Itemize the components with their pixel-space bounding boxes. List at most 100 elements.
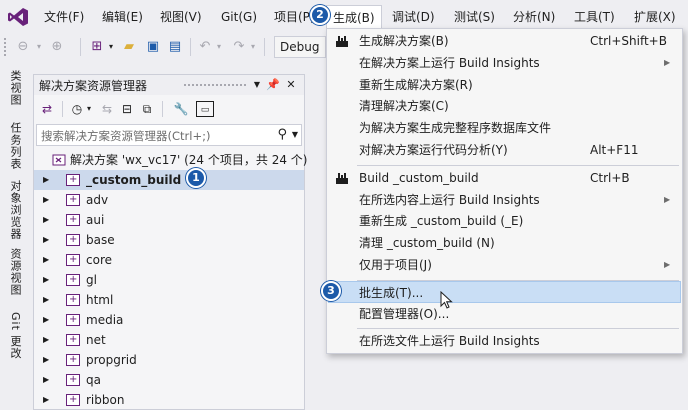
expand-arrow-icon[interactable]: ▶ [43, 270, 49, 290]
solution-configuration-dropdown[interactable]: Debug [274, 36, 326, 58]
project-node[interactable]: ▶ propgrid [34, 350, 304, 370]
project-node[interactable]: ▶ gl [34, 270, 304, 290]
search-options-dropdown-icon[interactable]: ▼ [292, 130, 298, 139]
back-dropdown-icon[interactable]: ▾ [34, 38, 44, 56]
project-node[interactable]: ▶ _custom_build [34, 170, 304, 190]
project-label: net [86, 333, 106, 347]
menu-generate-pdb[interactable]: 为解决方案生成完整程序数据库文件 [328, 117, 681, 139]
solution-search-input[interactable]: 搜索解决方案资源管理器(Ctrl+;) ⚲ ▼ [36, 124, 302, 146]
open-folder-icon[interactable]: ▰ [120, 38, 138, 56]
redo-dropdown-icon[interactable]: ▾ [248, 38, 258, 56]
expand-arrow-icon[interactable]: ▶ [43, 370, 49, 390]
project-node[interactable]: ▶ qa [34, 370, 304, 390]
menu-batch-build[interactable]: 批生成(T)... [328, 281, 681, 303]
menu-clean-solution[interactable]: 清理解决方案(C) [328, 95, 681, 117]
project-node[interactable]: ▶ net [34, 330, 304, 350]
tab-task-list[interactable]: 任务列表 [7, 122, 23, 170]
menu-rebuild-project[interactable]: 重新生成 _custom_build (_E) [328, 210, 681, 232]
cpp-project-icon [66, 290, 80, 310]
menu-configuration-manager[interactable]: 配置管理器(O)... [328, 303, 681, 325]
menu-extensions[interactable]: 扩展(X) [634, 8, 676, 26]
search-icon[interactable]: ⚲ [277, 127, 287, 142]
project-node[interactable]: ▶ core [34, 250, 304, 270]
menu-clean-project[interactable]: 清理 _custom_build (N) [328, 232, 681, 254]
menu-item-label: 在解决方案上运行 Build Insights [359, 56, 540, 70]
menu-run-code-analysis[interactable]: 对解决方案运行代码分析(Y) Alt+F11 [328, 139, 681, 161]
mouse-pointer-icon [440, 291, 453, 309]
properties-wrench-icon[interactable]: 🔧 [172, 101, 190, 117]
toolbar-grip[interactable] [4, 38, 8, 56]
close-icon[interactable]: ✕ [284, 77, 298, 93]
project-label: html [86, 293, 114, 307]
project-label: qa [86, 373, 101, 387]
expand-arrow-icon[interactable]: ▶ [43, 190, 49, 210]
menu-build[interactable]: 生成(B) [326, 5, 382, 29]
menu-file[interactable]: 文件(F) [44, 8, 84, 26]
filter-dropdown-icon[interactable]: ▾ [84, 101, 94, 117]
solution-node[interactable]: 解决方案 'wx_vc17' (24 个项目，共 24 个) [34, 150, 307, 170]
menu-build-insights-selection[interactable]: 在所选内容上运行 Build Insights ▶ [328, 189, 681, 211]
expand-arrow-icon[interactable]: ▶ [43, 350, 49, 370]
save-all-icon[interactable]: ▤ [166, 38, 184, 56]
menu-build-insights-solution[interactable]: 在解决方案上运行 Build Insights ▶ [328, 52, 681, 74]
expand-arrow-icon[interactable]: ▶ [43, 230, 49, 250]
solution-explorer-toolbar: ⇄ ◷ ▾ ⇆ ⊟ ⧉ 🔧 ▭ [34, 95, 304, 123]
save-icon[interactable]: ▣ [144, 38, 162, 56]
expand-arrow-icon[interactable]: ▶ [43, 250, 49, 270]
menu-test[interactable]: 测试(S) [454, 8, 495, 26]
project-label: core [86, 253, 112, 267]
redo-icon[interactable]: ↷ [230, 38, 248, 56]
expand-arrow-icon[interactable]: ▶ [43, 390, 49, 410]
switch-views-icon[interactable]: ⇄ [38, 101, 56, 117]
project-node[interactable]: ▶ media [34, 310, 304, 330]
menu-view[interactable]: 视图(V) [160, 8, 202, 26]
show-all-files-icon[interactable]: ⧉ [138, 101, 156, 117]
expand-arrow-icon[interactable]: ▶ [43, 170, 49, 190]
window-position-icon[interactable]: ▼ [250, 77, 264, 93]
tab-class-view[interactable]: 类视图 [7, 70, 23, 106]
menu-build-solution[interactable]: 生成解决方案(B) Ctrl+Shift+B [328, 30, 681, 52]
sync-with-document-icon[interactable]: ⇆ [98, 101, 116, 117]
tab-git-changes[interactable]: Git 更改 [7, 312, 23, 359]
menu-project[interactable]: 项目(P) [274, 8, 314, 26]
menu-item-label: 重新生成解决方案(R) [359, 78, 473, 92]
expand-arrow-icon[interactable]: ▶ [43, 290, 49, 310]
menu-rebuild-solution[interactable]: 重新生成解决方案(R) [328, 74, 681, 96]
tab-object-browser[interactable]: 对象浏览器 [7, 180, 23, 240]
toolbar-separator [264, 38, 265, 56]
submenu-arrow-icon: ▶ [664, 260, 671, 269]
menu-edit[interactable]: 编辑(E) [102, 8, 143, 26]
project-node[interactable]: ▶ base [34, 230, 304, 250]
undo-icon[interactable]: ↶ [196, 38, 214, 56]
cpp-project-icon [66, 330, 80, 350]
tab-resource-view[interactable]: 资源视图 [7, 248, 23, 296]
cpp-project-icon [66, 250, 80, 270]
menu-build-insights-files[interactable]: 在所选文件上运行 Build Insights [328, 330, 681, 352]
undo-dropdown-icon[interactable]: ▾ [214, 38, 224, 56]
preview-selected-items-icon[interactable]: ▭ [196, 101, 214, 117]
project-node[interactable]: ▶ ribbon [34, 390, 304, 410]
expand-arrow-icon[interactable]: ▶ [43, 330, 49, 350]
collapse-all-icon[interactable]: ⊟ [118, 101, 136, 117]
expand-arrow-icon[interactable]: ▶ [43, 310, 49, 330]
toolbar-separator [62, 101, 63, 117]
pin-icon[interactable]: 📌 [266, 77, 280, 93]
navigate-forward-icon[interactable]: ⊕ [48, 38, 66, 56]
menu-tools[interactable]: 工具(T) [574, 8, 615, 26]
project-node[interactable]: ▶ html [34, 290, 304, 310]
project-node[interactable]: ▶ aui [34, 210, 304, 230]
new-dropdown-icon[interactable]: ▾ [106, 38, 116, 56]
submenu-arrow-icon: ▶ [664, 58, 671, 67]
navigate-back-icon[interactable]: ⊖ [14, 38, 32, 56]
menu-debug[interactable]: 调试(D) [392, 8, 435, 26]
expand-arrow-icon[interactable]: ▶ [43, 210, 49, 230]
project-node[interactable]: ▶ adv [34, 190, 304, 210]
solution-icon [52, 154, 66, 166]
menu-build-project[interactable]: Build _custom_build Ctrl+B [328, 167, 681, 189]
new-project-icon[interactable]: ⊞ [88, 38, 106, 56]
menu-git[interactable]: Git(G) [221, 8, 257, 26]
titlebar-grip[interactable] [184, 84, 246, 87]
menu-project-only[interactable]: 仅用于项目(J) ▶ [328, 254, 681, 276]
project-label: propgrid [86, 353, 137, 367]
menu-analyze[interactable]: 分析(N) [513, 8, 555, 26]
